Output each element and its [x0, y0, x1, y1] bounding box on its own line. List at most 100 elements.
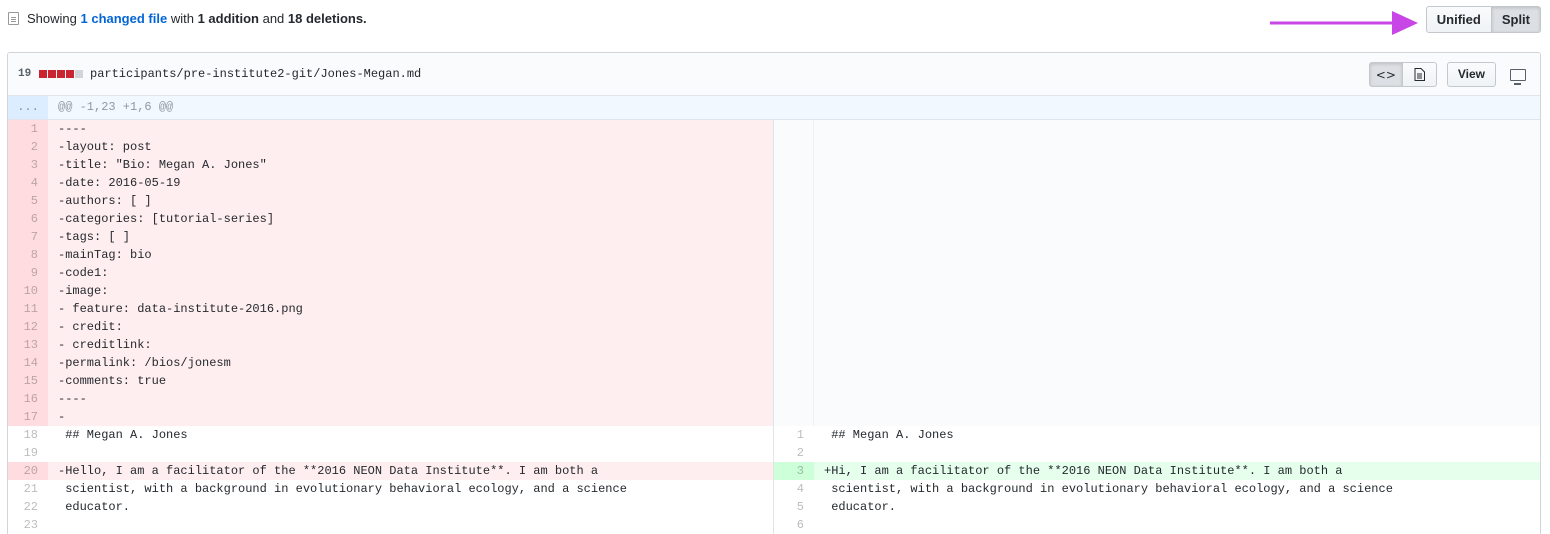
line-code: [814, 228, 1540, 246]
line-number: [774, 246, 814, 264]
line-number[interactable]: 17: [8, 408, 48, 426]
line-number[interactable]: 4: [8, 174, 48, 192]
line-number: [774, 354, 814, 372]
line-number[interactable]: 11: [8, 300, 48, 318]
line-code: [814, 318, 1540, 336]
diff-line-del: 8 -mainTag: bio: [8, 246, 773, 264]
diff-line-ctx: 5 educator.: [774, 498, 1540, 516]
line-number[interactable]: 16: [8, 390, 48, 408]
line-code: educator.: [824, 500, 897, 514]
line-code: -code1:: [48, 264, 773, 282]
expand-hunk-button[interactable]: ...: [8, 96, 48, 119]
line-code: [48, 444, 773, 462]
line-code: ----: [48, 390, 773, 408]
line-number: [774, 192, 814, 210]
line-code: [814, 444, 1540, 462]
left-pane: 1 ---- 2 -layout: post 3 -title: "Bio: Megan …: [8, 120, 774, 534]
line-number[interactable]: 20: [8, 462, 48, 480]
line-number[interactable]: 1: [774, 426, 814, 444]
line-number[interactable]: 3: [774, 462, 814, 480]
line-code: -image:: [48, 282, 773, 300]
diff-line-empty: [774, 174, 1540, 192]
line-number: [774, 408, 814, 426]
diff-line-ctx: 2: [774, 444, 1540, 462]
diff-line-empty: [774, 372, 1540, 390]
diffstat-deleted-block: [57, 70, 66, 78]
line-code: -tags: [ ]: [48, 228, 773, 246]
line-code: ## Megan A. Jones: [58, 428, 188, 442]
line-number[interactable]: 5: [8, 192, 48, 210]
line-number[interactable]: 9: [8, 264, 48, 282]
line-code: [814, 408, 1540, 426]
line-code: [814, 282, 1540, 300]
diff-line-del: 12- credit:: [8, 318, 773, 336]
line-number[interactable]: 13: [8, 336, 48, 354]
line-code: - credit:: [48, 318, 773, 336]
diff-line-del: 15 -comments: true: [8, 372, 773, 390]
line-code: educator.: [58, 500, 131, 514]
line-number[interactable]: 14: [8, 354, 48, 372]
line-number[interactable]: 3: [8, 156, 48, 174]
diff-line-ctx: 19: [8, 444, 773, 462]
summary-prefix: Showing: [27, 11, 77, 26]
diffstat-neutral-block: [75, 70, 84, 78]
split-button[interactable]: Split: [1491, 6, 1541, 33]
diff-line-del: 9 -code1:: [8, 264, 773, 282]
file-path[interactable]: participants/pre-institute2-git/Jones-Me…: [90, 67, 421, 81]
line-number[interactable]: 1: [8, 120, 48, 138]
annotation-arrow-icon: [1270, 11, 1418, 35]
line-number: [774, 264, 814, 282]
line-number: [774, 228, 814, 246]
line-code: [814, 246, 1540, 264]
hunk-header: ... @@ -1,23 +1,6 @@: [8, 96, 1540, 120]
diffstat: 19: [18, 68, 84, 80]
line-code: ## Megan A. Jones: [824, 428, 954, 442]
line-number[interactable]: 23: [8, 516, 48, 534]
line-code: [814, 336, 1540, 354]
line-code: -comments: true: [48, 372, 773, 390]
line-number[interactable]: 18: [8, 426, 48, 444]
desktop-icon[interactable]: [1510, 68, 1526, 85]
line-number[interactable]: 8: [8, 246, 48, 264]
source-diff-button[interactable]: <>: [1368, 62, 1403, 87]
line-number[interactable]: 2: [774, 444, 814, 462]
diff-line-empty: [774, 246, 1540, 264]
line-code: ----: [48, 120, 773, 138]
line-code: -Hello, I am a facilitator of the **2016…: [48, 462, 773, 480]
line-number: [774, 336, 814, 354]
line-code: [814, 210, 1540, 228]
diff-line-empty: [774, 408, 1540, 426]
line-number[interactable]: 21: [8, 480, 48, 498]
line-number[interactable]: 7: [8, 228, 48, 246]
line-number[interactable]: 15: [8, 372, 48, 390]
line-number[interactable]: 6: [774, 516, 814, 534]
unified-button[interactable]: Unified: [1425, 6, 1492, 33]
line-number[interactable]: 12: [8, 318, 48, 336]
line-number[interactable]: 4: [774, 480, 814, 498]
diff-line-empty: [774, 390, 1540, 408]
diff-line-del: 13- creditlink:: [8, 336, 773, 354]
line-code: [814, 174, 1540, 192]
diff-line-empty: [774, 120, 1540, 138]
line-code: -mainTag: bio: [48, 246, 773, 264]
view-file-button[interactable]: View: [1446, 62, 1496, 87]
line-number[interactable]: 10: [8, 282, 48, 300]
line-code: [814, 354, 1540, 372]
line-number[interactable]: 2: [8, 138, 48, 156]
diff-line-ctx: 23: [8, 516, 773, 534]
line-number[interactable]: 6: [8, 210, 48, 228]
code-icon: <>: [1375, 67, 1396, 82]
diff-line-empty: [774, 192, 1540, 210]
diff-line-del: 10 -image:: [8, 282, 773, 300]
line-code: [814, 192, 1540, 210]
line-code: -layout: post: [48, 138, 773, 156]
changed-files-link[interactable]: 1 changed file: [81, 11, 168, 26]
line-code: [48, 516, 773, 534]
line-number: [774, 318, 814, 336]
line-number[interactable]: 5: [774, 498, 814, 516]
rich-diff-button[interactable]: [1402, 62, 1437, 87]
diffstat-count: 19: [18, 68, 32, 80]
diff-line-del: 4 -date: 2016-05-19: [8, 174, 773, 192]
line-number[interactable]: 19: [8, 444, 48, 462]
line-number[interactable]: 22: [8, 498, 48, 516]
